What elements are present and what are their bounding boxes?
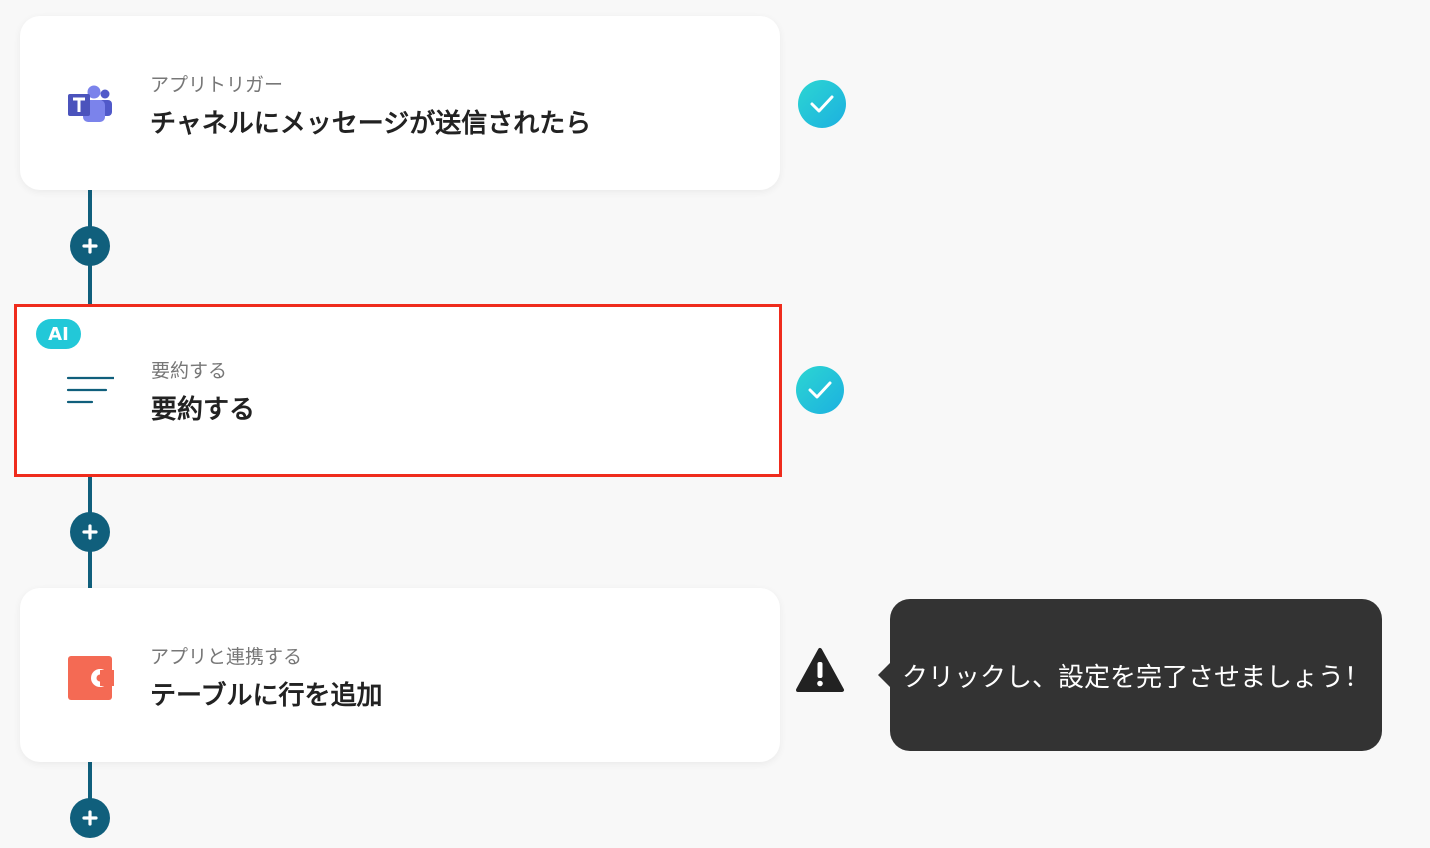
step-subtitle: アプリトリガー <box>150 74 284 96</box>
setup-hint-tooltip: クリックし、設定を完了させましょう！ <box>878 599 1382 751</box>
step-title: 要約する <box>151 395 256 425</box>
tooltip-text: クリックし、設定を完了させましょう！ <box>901 662 1370 693</box>
step-card-summarize[interactable]: AI 要約する 要約する <box>14 304 782 477</box>
check-icon <box>798 80 846 128</box>
flow-connector-3 <box>88 762 92 802</box>
step-card-trigger[interactable]: アプリトリガー チャネルにメッセージが送信されたら <box>20 16 780 190</box>
ai-badge: AI <box>36 319 81 349</box>
add-step-button-2[interactable] <box>70 512 110 552</box>
step-title: テーブルに行を追加 <box>150 681 383 711</box>
summarize-lines-icon <box>66 366 116 414</box>
coda-app-icon <box>66 654 114 702</box>
step-subtitle: 要約する <box>151 360 228 382</box>
add-step-button-3[interactable] <box>70 798 110 838</box>
add-step-button-1[interactable] <box>70 226 110 266</box>
step-card-add-row[interactable]: アプリと連携する テーブルに行を追加 <box>20 588 780 762</box>
plus-icon <box>82 810 98 826</box>
step-subtitle: アプリと連携する <box>150 646 303 668</box>
warning-icon <box>795 647 845 693</box>
microsoft-teams-icon <box>66 82 114 130</box>
plus-icon <box>82 524 98 540</box>
step-title: チャネルにメッセージが送信されたら <box>150 109 592 139</box>
plus-icon <box>82 238 98 254</box>
check-icon <box>796 366 844 414</box>
